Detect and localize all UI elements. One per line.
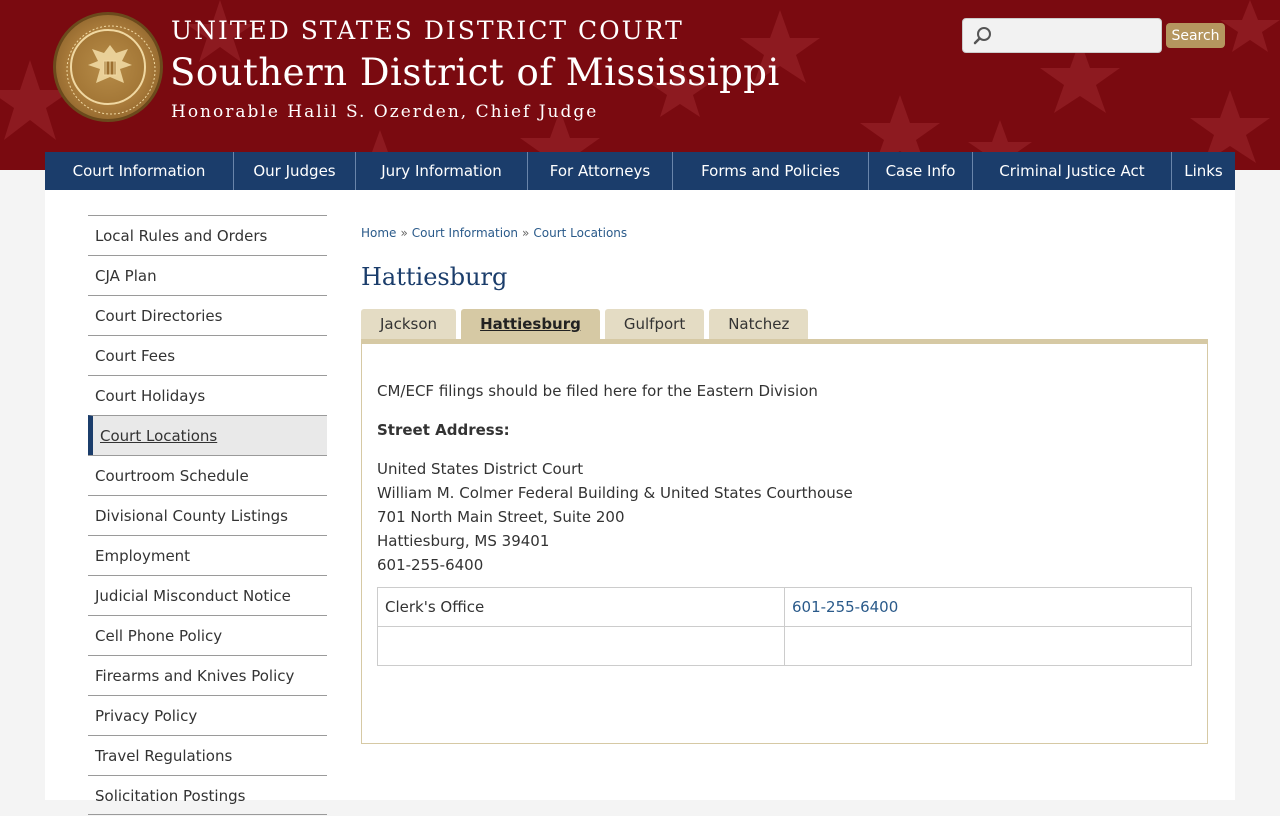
nav-item-links[interactable]: Links	[1172, 152, 1235, 190]
sidebar-item-divisional-county[interactable]: Divisional County Listings	[88, 495, 327, 535]
seal-inner	[70, 29, 146, 105]
court-title: UNITED STATES DISTRICT COURT	[171, 16, 684, 45]
breadcrumb-court-locations[interactable]: Court Locations	[533, 226, 627, 240]
nav-item-court-information[interactable]: Court Information	[45, 152, 234, 190]
location-tabs: Jackson Hattiesburg Gulfport Natchez	[361, 309, 813, 340]
contact-table: Clerk's Office 601-255-6400	[377, 587, 1192, 666]
table-row: Clerk's Office 601-255-6400	[377, 587, 1192, 627]
tab-gulfport[interactable]: Gulfport	[604, 309, 705, 340]
tab-jackson[interactable]: Jackson	[361, 309, 457, 340]
table-row	[377, 626, 1192, 666]
nav-item-jury-information[interactable]: Jury Information	[356, 152, 528, 190]
sidebar-item-cja-plan[interactable]: CJA Plan	[88, 255, 327, 295]
cmecf-note: CM/ECF filings should be filed here for …	[377, 382, 818, 400]
nav-item-criminal-justice-act[interactable]: Criminal Justice Act	[973, 152, 1172, 190]
table-cell-phone	[784, 626, 1192, 666]
breadcrumb-separator: »	[400, 226, 408, 240]
sidebar-item-privacy-policy[interactable]: Privacy Policy	[88, 695, 327, 735]
table-cell-label: Clerk's Office	[377, 587, 785, 627]
address-line: United States District Court	[377, 460, 584, 478]
sidebar-item-solicitation-postings[interactable]: Solicitation Postings	[88, 775, 327, 815]
sidebar-item-judicial-misconduct[interactable]: Judicial Misconduct Notice	[88, 575, 327, 615]
search-button[interactable]: Search	[1166, 23, 1225, 48]
tab-hattiesburg[interactable]: Hattiesburg	[461, 309, 600, 340]
street-address-heading: Street Address:	[377, 421, 510, 439]
address-line: 701 North Main Street, Suite 200	[377, 508, 625, 526]
address-line: William M. Colmer Federal Building & Uni…	[377, 484, 853, 502]
sidebar-item-courtroom-schedule[interactable]: Courtroom Schedule	[88, 455, 327, 495]
sidebar-item-local-rules[interactable]: Local Rules and Orders	[88, 215, 327, 255]
page-title: Hattiesburg	[361, 263, 508, 291]
main-nav: Court Information Our Judges Jury Inform…	[45, 152, 1235, 190]
nav-item-case-info[interactable]: Case Info	[869, 152, 973, 190]
breadcrumb: Home» Court Information» Court Locations	[361, 226, 627, 240]
sidebar-item-court-fees[interactable]: Court Fees	[88, 335, 327, 375]
eagle-icon	[88, 45, 132, 83]
nav-item-our-judges[interactable]: Our Judges	[234, 152, 356, 190]
nav-item-for-attorneys[interactable]: For Attorneys	[528, 152, 673, 190]
sidebar-item-court-holidays[interactable]: Court Holidays	[88, 375, 327, 415]
seal-icon	[53, 12, 163, 122]
district-title[interactable]: Southern District of Mississippi	[170, 51, 780, 94]
nav-item-forms-and-policies[interactable]: Forms and Policies	[673, 152, 869, 190]
clerk-phone-link[interactable]: 601-255-6400	[792, 598, 898, 616]
sidebar-item-travel-regulations[interactable]: Travel Regulations	[88, 735, 327, 775]
table-cell-label	[377, 626, 785, 666]
breadcrumb-home[interactable]: Home	[361, 226, 396, 240]
breadcrumb-separator: »	[522, 226, 530, 240]
site-header: UNITED STATES DISTRICT COURT Southern Di…	[0, 0, 1280, 170]
breadcrumb-court-information[interactable]: Court Information	[412, 226, 518, 240]
sidebar-item-court-locations[interactable]: Court Locations	[88, 415, 327, 455]
sidebar-item-firearms-policy[interactable]: Firearms and Knives Policy	[88, 655, 327, 695]
sidebar-item-employment[interactable]: Employment	[88, 535, 327, 575]
search-input[interactable]	[997, 23, 1157, 49]
tab-natchez[interactable]: Natchez	[709, 309, 809, 340]
tab-panel: CM/ECF filings should be filed here for …	[361, 339, 1208, 744]
chief-judge-line: Honorable Halil S. Ozerden, Chief Judge	[171, 102, 599, 122]
sidebar-item-court-directories[interactable]: Court Directories	[88, 295, 327, 335]
sidebar-menu: Local Rules and Orders CJA Plan Court Di…	[88, 215, 327, 815]
address-phone: 601-255-6400	[377, 556, 484, 574]
address-line: Hattiesburg, MS 39401	[377, 532, 550, 550]
sidebar-item-cell-phone-policy[interactable]: Cell Phone Policy	[88, 615, 327, 655]
search-box	[962, 18, 1162, 53]
search-icon	[973, 27, 991, 45]
table-cell-phone: 601-255-6400	[784, 587, 1192, 627]
